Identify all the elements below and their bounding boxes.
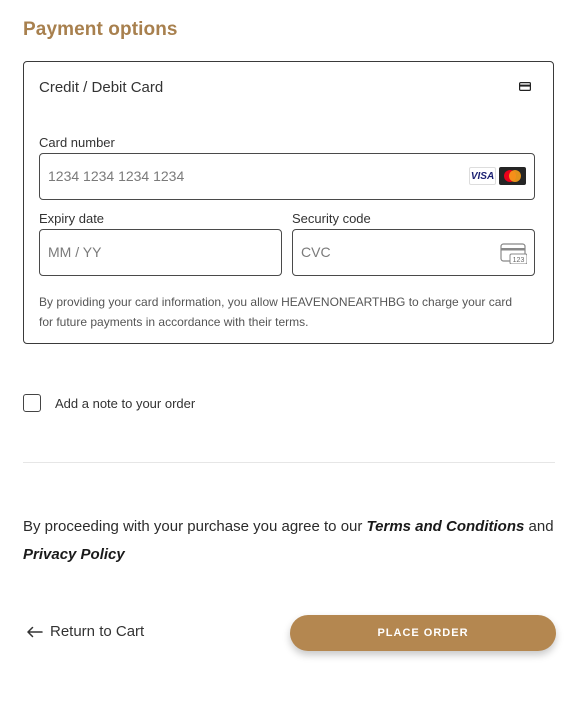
mastercard-icon — [499, 167, 526, 185]
place-order-button[interactable]: PLACE ORDER — [290, 615, 556, 651]
terms-notice: By proceeding with your purchase you agr… — [23, 513, 558, 569]
card-payment-panel: Credit / Debit Card Card number 1234 123… — [23, 61, 554, 344]
section-divider — [23, 462, 555, 463]
card-number-label: Card number — [39, 135, 115, 150]
card-consent-text: By providing your card information, you … — [39, 295, 513, 329]
terms-middle: and — [524, 518, 554, 535]
payment-method-label: Credit / Debit Card — [39, 79, 164, 96]
security-code-placeholder: CVC — [301, 244, 331, 260]
card-number-input[interactable]: 1234 1234 1234 1234 VISA — [39, 153, 535, 200]
security-code-input[interactable]: CVC 123 — [292, 229, 535, 276]
page-title: Payment options — [23, 19, 178, 40]
expiry-date-label: Expiry date — [39, 211, 105, 226]
return-to-cart-label: Return to Cart — [50, 623, 145, 640]
card-number-placeholder: 1234 1234 1234 1234 — [48, 168, 185, 184]
security-code-label: Security code — [292, 211, 371, 226]
expiry-date-placeholder: MM / YY — [48, 244, 102, 260]
terms-prefix: By proceeding with your purchase you agr… — [23, 518, 367, 535]
expiry-date-input[interactable]: MM / YY — [39, 229, 282, 276]
add-note-checkbox[interactable] — [23, 394, 41, 412]
cvc-icon-text: 123 — [513, 257, 525, 264]
credit-card-icon — [519, 82, 531, 91]
terms-and-conditions-link[interactable]: Terms and Conditions — [367, 518, 525, 535]
privacy-policy-link[interactable]: Privacy Policy — [23, 546, 125, 563]
cvc-card-icon: 123 — [500, 243, 527, 264]
visa-icon: VISA — [469, 167, 496, 185]
return-to-cart-link[interactable]: Return to Cart — [26, 623, 144, 640]
arrow-left-icon — [27, 626, 43, 637]
card-brands: VISA — [469, 167, 526, 185]
add-note-label[interactable]: Add a note to your order — [55, 396, 195, 411]
